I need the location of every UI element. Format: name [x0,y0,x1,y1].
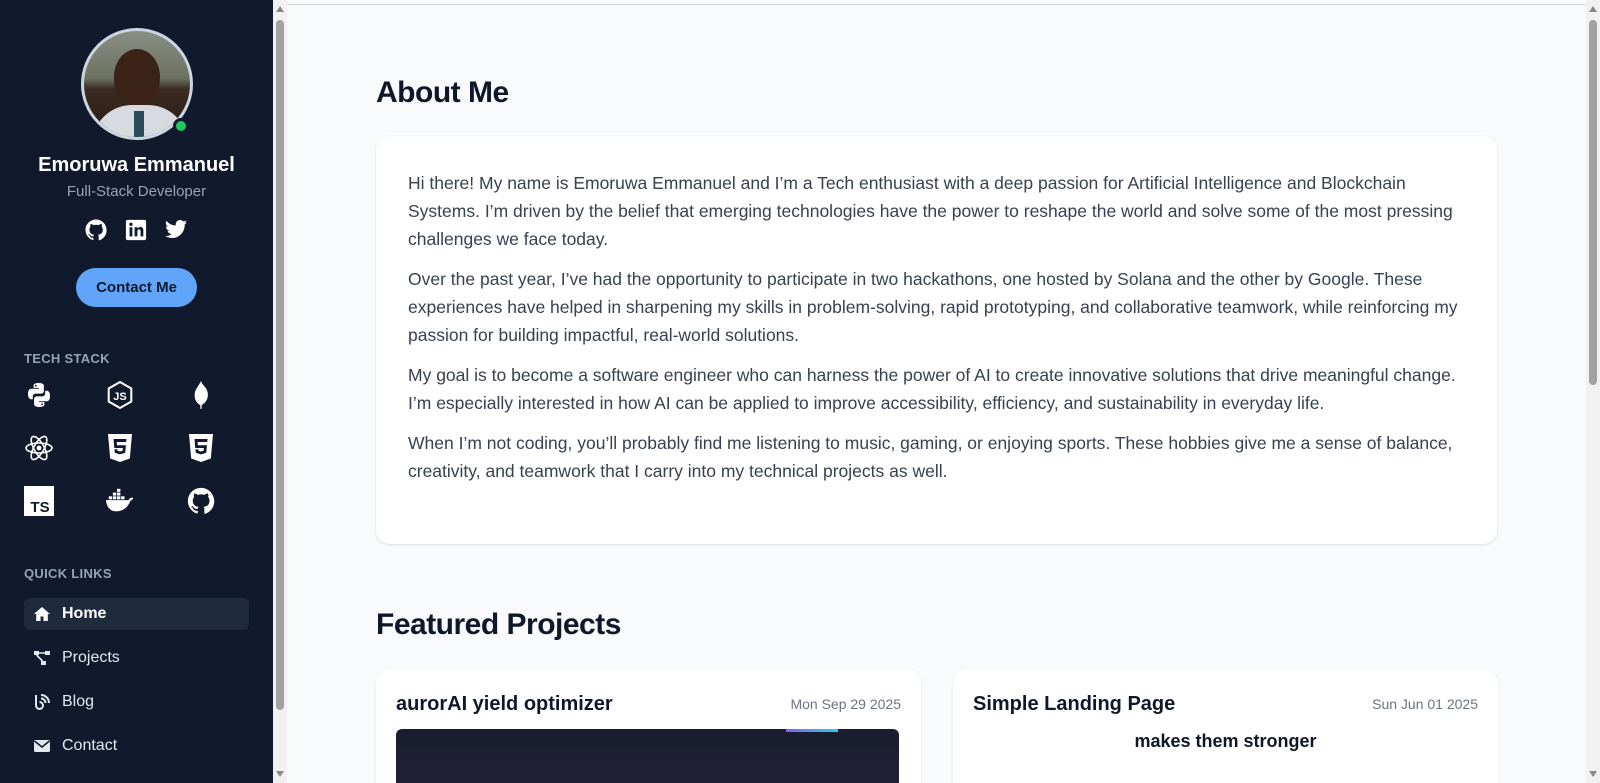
svg-text:TS: TS [30,499,49,516]
scroll-down-arrow-icon[interactable] [1589,771,1597,777]
featured-projects-heading: Featured Projects [376,608,621,641]
project-card[interactable]: Simple Landing Page Sun Jun 01 2025 make… [953,669,1498,783]
blog-icon [32,692,52,712]
sidebar-scrollbar[interactable] [273,0,287,783]
html5-icon [105,433,135,463]
project-preview-text: makes them stronger [1134,731,1317,751]
scroll-down-arrow-icon[interactable] [276,771,284,777]
home-icon [32,604,52,624]
project-date: Sun Jun 01 2025 [1372,696,1478,712]
about-heading: About Me [376,76,509,109]
svg-text:JS: JS [113,391,126,403]
profile-role: Full-Stack Developer [66,183,207,200]
nav-item-label: Home [62,605,107,622]
main-scrollbar[interactable] [1586,0,1600,783]
about-paragraph: My goal is to become a software engineer… [408,365,1456,413]
sidebar-scrollbar-thumb[interactable] [276,20,284,710]
nodejs-icon: JS [105,380,135,410]
nav-item-label: Blog [62,693,95,710]
profile-name: Emoruwa Emmanuel [38,154,235,176]
avatar [81,28,193,140]
docker-icon [105,486,135,516]
quick-links-heading: QUICK LINKS [24,566,112,581]
sidebar: Emoruwa Emmanuel Full-Stack Developer Co… [0,0,273,783]
nav-item-contact[interactable]: Contact [24,730,249,762]
nav-item-projects[interactable]: Projects [24,642,249,674]
project-title[interactable]: aurorAI yield optimizer [396,693,613,716]
about-paragraph: When I’m not coding, you’ll probably fin… [408,433,1453,481]
project-date: Mon Sep 29 2025 [790,696,901,712]
main-scrollbar-thumb[interactable] [1589,20,1597,385]
scroll-up-arrow-icon[interactable] [276,6,284,12]
project-thumbnail[interactable] [396,729,899,783]
nav-item-label: Projects [62,649,120,666]
about-paragraph: Over the past year, I’ve had the opportu… [408,269,1458,345]
project-diagram-icon [32,648,52,668]
python-icon [24,380,54,410]
quick-links-nav: Home Projects Blog Contact [24,598,249,774]
twitter-icon[interactable] [164,218,188,242]
github-icon [186,486,216,516]
social-links [84,218,188,242]
about-card: Hi there! My name is Emoruwa Emmanuel an… [376,136,1497,544]
project-card[interactable]: aurorAI yield optimizer Mon Sep 29 2025 [376,669,921,783]
scroll-up-arrow-icon[interactable] [1589,6,1597,12]
linkedin-icon[interactable] [124,218,148,242]
contact-me-button[interactable]: Contact Me [76,268,197,307]
typescript-icon: TS [24,486,54,516]
envelope-icon [32,736,52,756]
about-paragraph: Hi there! My name is Emoruwa Emmanuel an… [408,173,1453,249]
top-divider [287,4,1586,5]
css3-icon [186,433,216,463]
nav-item-home[interactable]: Home [24,598,249,630]
react-icon [24,433,54,463]
project-title[interactable]: Simple Landing Page [973,693,1175,716]
github-icon[interactable] [84,218,108,242]
mongodb-icon [186,380,216,410]
nav-item-blog[interactable]: Blog [24,686,249,718]
tech-stack-heading: TECH STACK [24,351,110,366]
nav-item-label: Contact [62,737,118,754]
online-status-indicator [173,118,189,134]
